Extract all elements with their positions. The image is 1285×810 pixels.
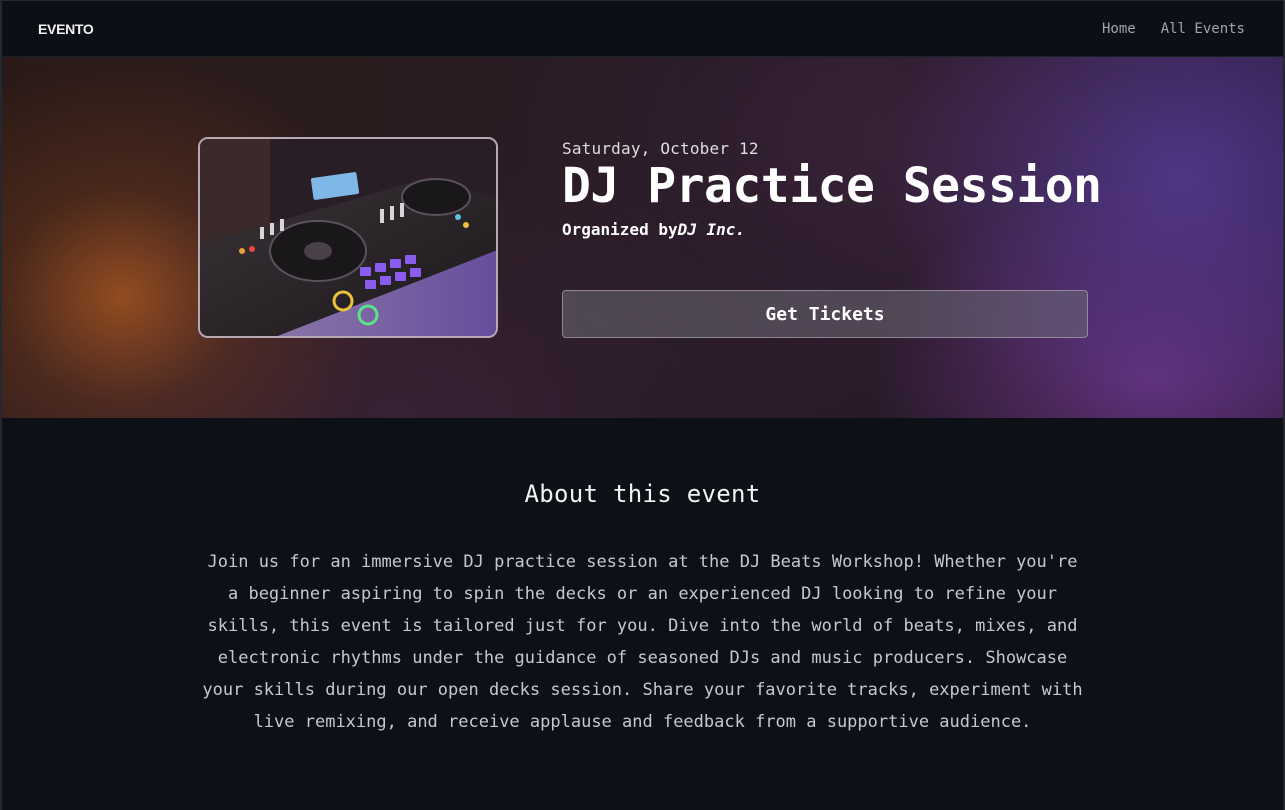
- organizer-name[interactable]: DJ Inc.: [678, 220, 745, 239]
- page: EVENTO Home All Events Saturday, October…: [0, 0, 1285, 810]
- dj-controller-illustration: [200, 139, 496, 336]
- organizer-label: Organized by: [562, 220, 678, 239]
- organizer-line: Organized byDJ Inc.: [562, 220, 1088, 239]
- about-heading: About this event: [524, 480, 761, 508]
- nav-link-home[interactable]: Home: [1102, 21, 1136, 37]
- get-tickets-button[interactable]: Get Tickets: [562, 290, 1088, 338]
- nav-links: Home All Events: [1102, 21, 1245, 37]
- event-image: [198, 137, 498, 338]
- about-description: Join us for an immersive DJ practice ses…: [202, 552, 1083, 732]
- event-title: DJ Practice Session: [562, 158, 1102, 214]
- event-date: Saturday, October 12: [562, 139, 759, 158]
- about-section: About this event Join us for an immersiv…: [2, 418, 1283, 738]
- nav-link-all-events[interactable]: All Events: [1161, 21, 1245, 37]
- event-hero: Saturday, October 12 DJ Practice Session…: [2, 57, 1283, 418]
- logo[interactable]: EVENTO: [38, 21, 94, 37]
- event-info: Saturday, October 12 DJ Practice Session…: [562, 139, 1102, 239]
- navbar: EVENTO Home All Events: [2, 1, 1283, 57]
